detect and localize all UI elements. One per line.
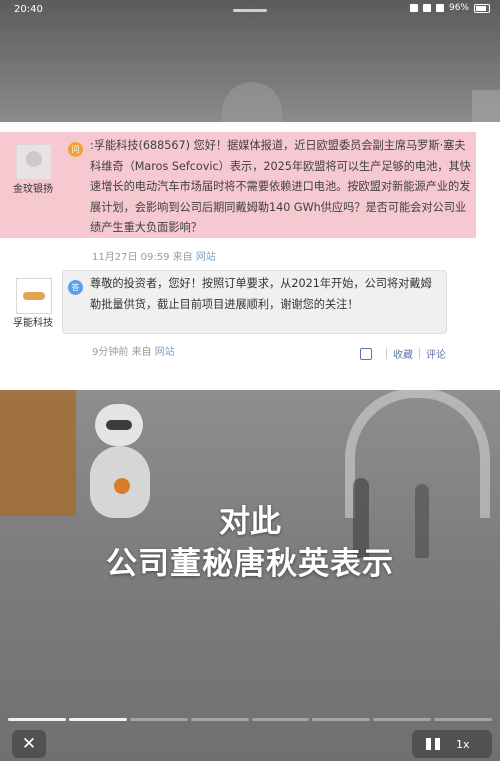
close-button[interactable]: ✕	[12, 730, 46, 758]
qa-card: 金玟银扬 问 :孚能科技(688567) 您好！据媒体报道，近日欧盟委员会副主席…	[0, 122, 500, 390]
playback-controls: 1x	[412, 730, 492, 758]
background-shape	[472, 90, 500, 124]
progress-segment	[312, 718, 371, 721]
question-user-avatar[interactable]	[16, 144, 52, 180]
drag-handle[interactable]	[233, 9, 267, 12]
notification-icon	[409, 4, 418, 12]
progress-segment	[129, 718, 188, 721]
pause-icon[interactable]	[426, 738, 440, 750]
speed-button[interactable]: 1x	[456, 738, 470, 751]
progress-segment	[251, 718, 310, 721]
company-name[interactable]: 孚能科技	[8, 314, 58, 329]
answer-meta: 9分钟前 来自 网站	[92, 343, 175, 358]
caption-line-1: 对此	[219, 504, 281, 540]
progress-segment	[68, 718, 127, 721]
wifi-icon	[435, 4, 444, 12]
divider	[419, 348, 420, 359]
battery-level: 96%	[448, 3, 469, 13]
status-time: 20:40	[14, 4, 43, 15]
progress-segment	[373, 718, 432, 721]
question-date: 11月27日 09:59	[92, 252, 170, 263]
progress-segment	[434, 718, 492, 721]
company-logo-mark	[23, 292, 45, 300]
question-meta: 11月27日 09:59 来自 网站	[92, 248, 216, 263]
divider	[386, 348, 387, 359]
battery-icon	[474, 3, 490, 13]
answer-source-link[interactable]: 网站	[155, 347, 175, 358]
question-source-link[interactable]: 网站	[196, 252, 216, 263]
answer-text: 尊敬的投资者，您好！按照订单要求，从2021年开始，公司将对戴姆勒批量供货，截止…	[90, 277, 432, 311]
favorite-link[interactable]: 收藏	[393, 346, 413, 361]
thumbs-up-icon[interactable]	[360, 347, 372, 360]
robot-visor	[106, 420, 132, 430]
company-logo[interactable]	[16, 278, 52, 314]
progress-segment	[190, 718, 249, 721]
question-text: :孚能科技(688567) 您好！据媒体报道，近日欧盟委员会副主席马罗斯·塞夫科…	[90, 139, 471, 234]
answer-from: 来自	[131, 347, 152, 358]
background-shape	[222, 82, 282, 124]
progress-segment	[8, 718, 66, 721]
answer-badge: 答	[68, 280, 83, 295]
answer-time: 9分钟前	[92, 347, 129, 358]
question-from: 来自	[172, 252, 193, 263]
robot-light	[114, 478, 130, 494]
status-bar: 20:40 96%	[0, 0, 500, 20]
answer-actions: 收藏 评论	[360, 346, 446, 361]
caption-line-2: 公司董秘唐秋英表示	[106, 546, 394, 582]
story-progress[interactable]	[8, 718, 492, 721]
status-icons: 96%	[409, 3, 490, 13]
signal-icon	[422, 4, 431, 12]
close-icon: ✕	[21, 734, 37, 754]
question-user-name[interactable]: 金玟银扬	[8, 180, 58, 195]
question-badge: 问	[68, 142, 83, 157]
comment-link[interactable]: 评论	[426, 346, 446, 361]
